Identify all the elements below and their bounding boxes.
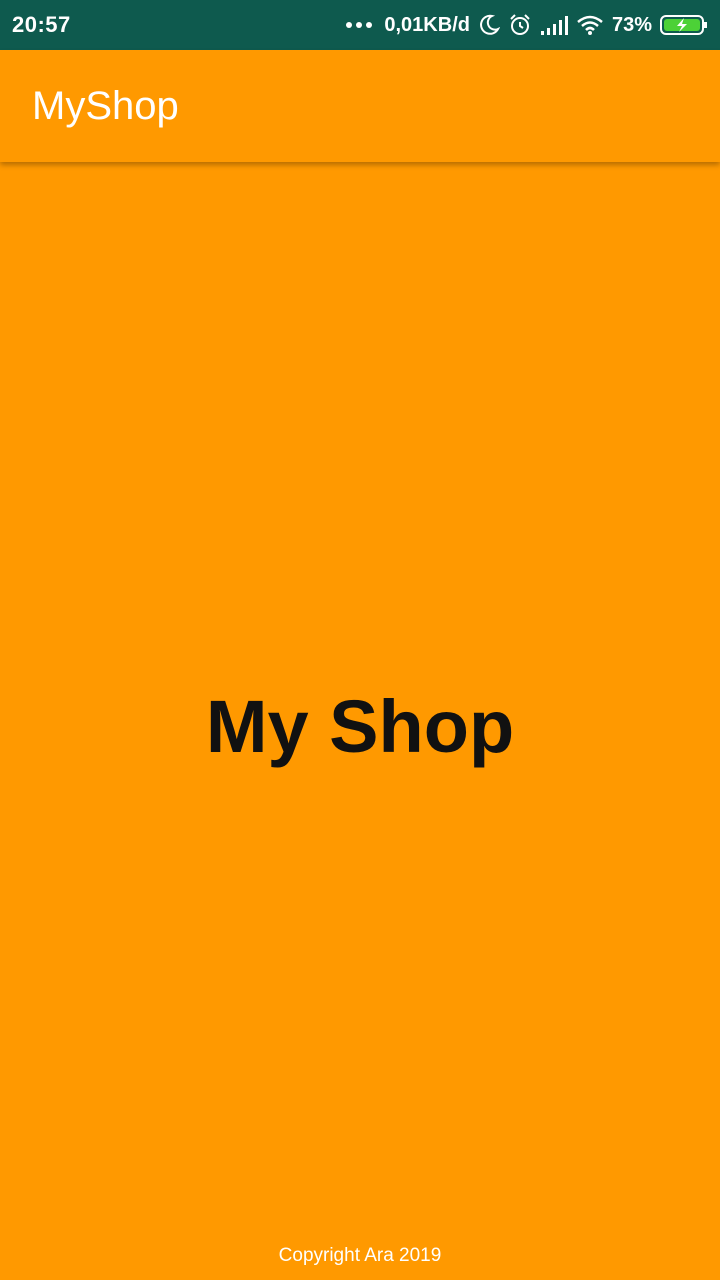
battery-percent: 73% [611,13,652,36]
copyright-text: Copyright Ara 2019 [278,1245,442,1266]
signal-icon [540,14,568,36]
status-icons: 0,01KB/d 73% [346,0,708,50]
app-bar: MyShop [0,50,720,162]
battery-charging-icon [660,14,708,36]
status-bar: 20:57 0,01KB/d 73% [0,0,720,50]
network-speed: 0,01KB/d [384,13,470,36]
wifi-icon [576,14,604,36]
main-content: My Shop Copyright Ara 2019 [0,162,720,1280]
shop-title: My Shop [205,685,515,768]
moon-icon [478,14,500,36]
alarm-icon [508,13,532,37]
status-time: 20:57 [12,12,71,37]
more-dots-icon [346,22,376,28]
app-bar-title: MyShop [32,83,179,128]
